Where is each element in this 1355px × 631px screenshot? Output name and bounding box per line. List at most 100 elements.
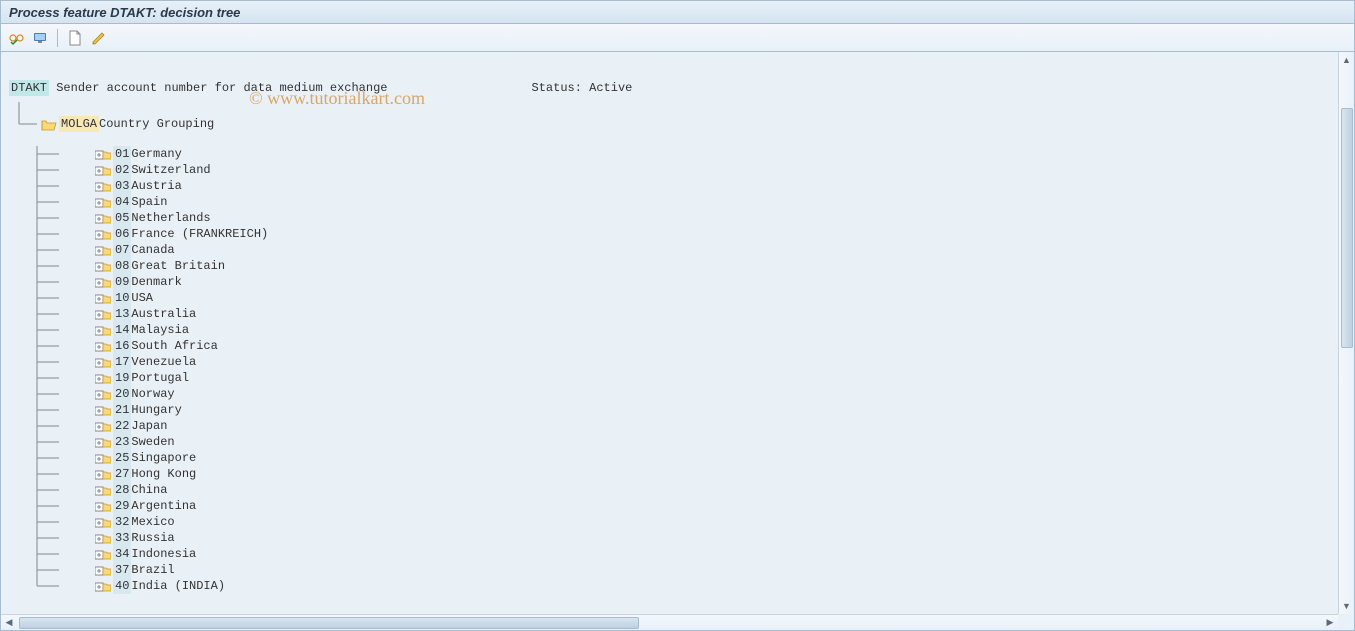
expand-folder-icon[interactable]	[95, 501, 109, 512]
expand-folder-icon[interactable]	[95, 165, 109, 176]
tree-item[interactable]: 34 Indonesia	[61, 546, 1330, 562]
horizontal-scrollbar[interactable]: ◀ ▶	[1, 614, 1338, 630]
item-label: Norway	[131, 386, 174, 402]
expand-folder-icon[interactable]	[95, 309, 109, 320]
item-code: 06	[113, 226, 131, 242]
tree-item[interactable]: 08 Great Britain	[61, 258, 1330, 274]
tree-item[interactable]: 22 Japan	[61, 418, 1330, 434]
expand-folder-icon[interactable]	[95, 213, 109, 224]
tree-connector-icon	[9, 102, 37, 132]
scroll-thumb-h[interactable]	[19, 617, 639, 629]
tree-item[interactable]: 07 Canada	[61, 242, 1330, 258]
scroll-thumb-v[interactable]	[1341, 108, 1353, 348]
expand-folder-icon[interactable]	[95, 421, 109, 432]
tree-item[interactable]: 32 Mexico	[61, 514, 1330, 530]
tree-item[interactable]: 16 South Africa	[61, 338, 1330, 354]
window-title: Process feature DTAKT: decision tree	[9, 5, 240, 20]
tree-item[interactable]: 20 Norway	[61, 386, 1330, 402]
grouping-node[interactable]: MOLGA Country Grouping	[27, 116, 1330, 132]
expand-folder-icon[interactable]	[95, 565, 109, 576]
expand-folder-icon[interactable]	[95, 341, 109, 352]
tree-item[interactable]: 04 Spain	[61, 194, 1330, 210]
item-label: Netherlands	[131, 210, 210, 226]
item-label: Hungary	[131, 402, 181, 418]
toolbar	[0, 24, 1355, 52]
expand-folder-icon[interactable]	[95, 181, 109, 192]
tree-item[interactable]: 33 Russia	[61, 530, 1330, 546]
expand-folder-icon[interactable]	[95, 149, 109, 160]
display-button[interactable]	[29, 27, 51, 49]
scrollbar-corner	[1338, 614, 1354, 630]
tree-item[interactable]: 06 France (FRANKREICH)	[61, 226, 1330, 242]
tree-item[interactable]: 37 Brazil	[61, 562, 1330, 578]
item-label: Malaysia	[131, 322, 189, 338]
root-node[interactable]: DTAKT Sender account number for data med…	[9, 80, 1330, 96]
item-code: 23	[113, 434, 131, 450]
tree-item[interactable]: 02 Switzerland	[61, 162, 1330, 178]
scroll-up-icon[interactable]: ▲	[1339, 52, 1354, 68]
scroll-down-icon[interactable]: ▼	[1339, 598, 1354, 614]
expand-folder-icon[interactable]	[95, 357, 109, 368]
item-code: 29	[113, 498, 131, 514]
item-label: Russia	[131, 530, 174, 546]
vertical-scrollbar[interactable]: ▲ ▼	[1338, 52, 1354, 614]
tree-item[interactable]: 03 Austria	[61, 178, 1330, 194]
tree-item[interactable]: 13 Australia	[61, 306, 1330, 322]
item-label: Switzerland	[131, 162, 210, 178]
edit-button[interactable]	[88, 27, 110, 49]
expand-folder-icon[interactable]	[95, 293, 109, 304]
item-label: Australia	[131, 306, 196, 322]
tree-item[interactable]: 01 Germany	[61, 146, 1330, 162]
item-code: 37	[113, 562, 131, 578]
status-label: Status:	[532, 80, 582, 96]
item-label: Canada	[131, 242, 174, 258]
tree-item[interactable]: 17 Venezuela	[61, 354, 1330, 370]
root-id: DTAKT	[9, 80, 49, 96]
tree-item[interactable]: 29 Argentina	[61, 498, 1330, 514]
expand-folder-icon[interactable]	[95, 453, 109, 464]
glasses-check-button[interactable]	[5, 27, 27, 49]
item-label: Austria	[131, 178, 181, 194]
tree-item[interactable]: 05 Netherlands	[61, 210, 1330, 226]
expand-folder-icon[interactable]	[95, 197, 109, 208]
item-label: Germany	[131, 146, 181, 162]
item-code: 14	[113, 322, 131, 338]
item-code: 05	[113, 210, 131, 226]
tree-item[interactable]: 21 Hungary	[61, 402, 1330, 418]
create-button[interactable]	[64, 27, 86, 49]
tree-item[interactable]: 19 Portugal	[61, 370, 1330, 386]
expand-folder-icon[interactable]	[95, 325, 109, 336]
tree-item[interactable]: 09 Denmark	[61, 274, 1330, 290]
expand-folder-icon[interactable]	[95, 277, 109, 288]
tree-item[interactable]: 28 China	[61, 482, 1330, 498]
expand-folder-icon[interactable]	[95, 389, 109, 400]
scroll-left-icon[interactable]: ◀	[1, 615, 17, 630]
grouping-id: MOLGA	[59, 116, 99, 132]
item-label: Brazil	[131, 562, 174, 578]
item-label: Argentina	[131, 498, 196, 514]
expand-folder-icon[interactable]	[95, 261, 109, 272]
tree-item[interactable]: 10 USA	[61, 290, 1330, 306]
expand-folder-icon[interactable]	[95, 373, 109, 384]
expand-folder-icon[interactable]	[95, 245, 109, 256]
expand-folder-icon[interactable]	[95, 485, 109, 496]
expand-folder-icon[interactable]	[95, 517, 109, 528]
tree-item[interactable]: 25 Singapore	[61, 450, 1330, 466]
expand-folder-icon[interactable]	[95, 229, 109, 240]
item-label: Indonesia	[131, 546, 196, 562]
expand-folder-icon[interactable]	[95, 469, 109, 480]
expand-folder-icon[interactable]	[95, 437, 109, 448]
expand-folder-icon[interactable]	[95, 405, 109, 416]
tree-item[interactable]: 14 Malaysia	[61, 322, 1330, 338]
item-code: 04	[113, 194, 131, 210]
item-label: USA	[131, 290, 153, 306]
item-label: China	[131, 482, 167, 498]
tree-item[interactable]: 40 India (INDIA)	[61, 578, 1330, 594]
expand-folder-icon[interactable]	[95, 549, 109, 560]
expand-folder-icon[interactable]	[95, 533, 109, 544]
expand-folder-icon[interactable]	[95, 581, 109, 592]
tree-item[interactable]: 27 Hong Kong	[61, 466, 1330, 482]
tree-item[interactable]: 23 Sweden	[61, 434, 1330, 450]
scroll-right-icon[interactable]: ▶	[1322, 615, 1338, 630]
document-icon	[67, 30, 83, 46]
